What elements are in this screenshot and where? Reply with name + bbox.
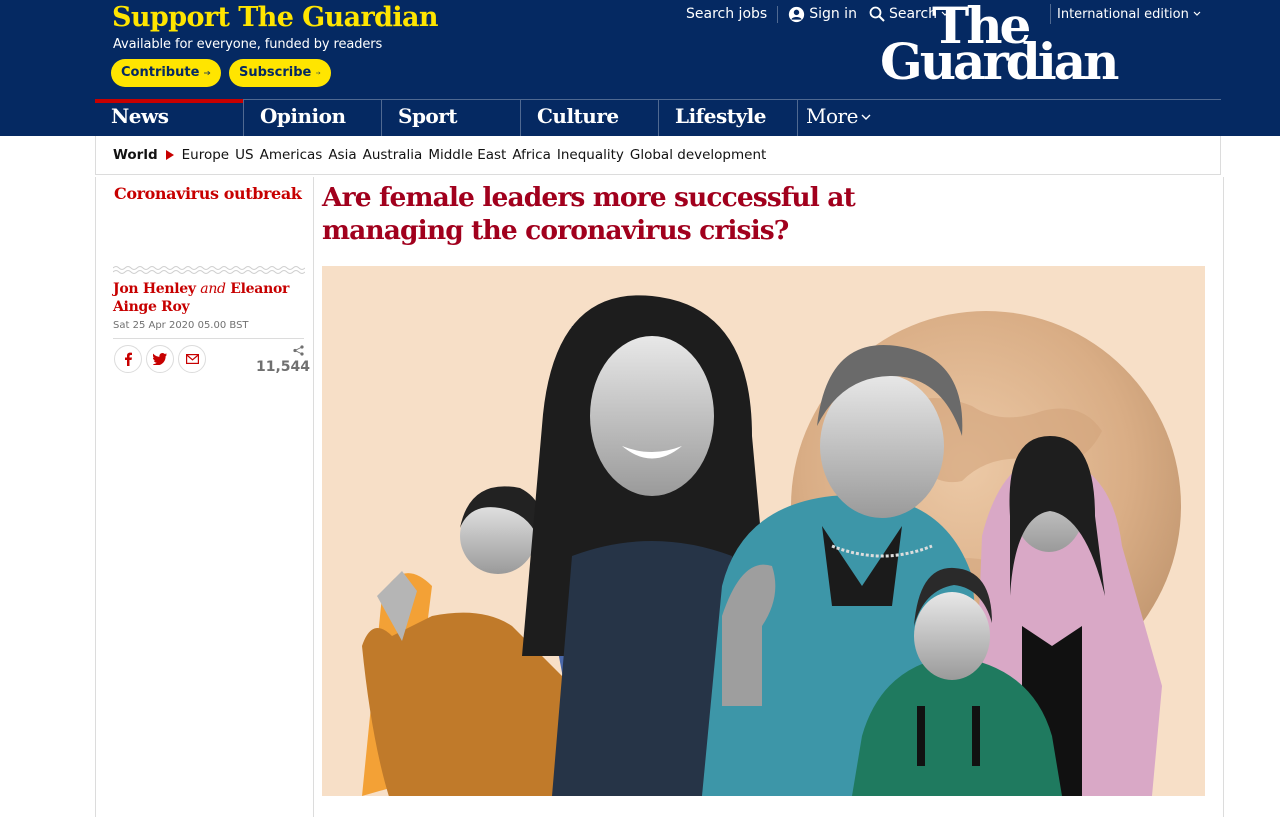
nav-item-culture[interactable]: Culture bbox=[520, 100, 658, 136]
nav-item-opinion[interactable]: Opinion bbox=[243, 100, 381, 136]
main-nav: News Opinion Sport Culture Lifestyle Mor… bbox=[95, 99, 1221, 137]
subnav-item-africa[interactable]: Africa bbox=[512, 147, 551, 163]
subnav-item-inequality[interactable]: Inequality bbox=[557, 147, 624, 163]
subnav-item-global-development[interactable]: Global development bbox=[630, 147, 766, 163]
subnav-current-world[interactable]: World bbox=[113, 147, 158, 163]
share-facebook-button[interactable] bbox=[114, 345, 142, 373]
hero-illustration bbox=[362, 295, 1181, 796]
byline: Jon Henley and Eleanor Ainge Roy bbox=[113, 280, 303, 316]
sign-in-link[interactable]: Sign in bbox=[777, 5, 867, 23]
publish-date: Sat 25 Apr 2020 05.00 BST bbox=[113, 320, 249, 331]
search-jobs-link[interactable]: Search jobs bbox=[676, 6, 777, 22]
share-count-value: 11,544 bbox=[256, 359, 311, 375]
facebook-icon bbox=[125, 352, 132, 366]
nav-label: News bbox=[111, 104, 169, 128]
subnav-item-us[interactable]: US bbox=[235, 147, 253, 163]
arrow-right-icon bbox=[316, 71, 321, 75]
contribute-label: Contribute bbox=[121, 65, 200, 80]
nav-item-sport[interactable]: Sport bbox=[381, 100, 520, 136]
series-label[interactable]: Coronavirus outbreak bbox=[114, 184, 302, 203]
arrow-right-icon bbox=[204, 70, 211, 76]
share-icon bbox=[293, 345, 304, 356]
subnav-item-australia[interactable]: Australia bbox=[363, 147, 423, 163]
search-jobs-label: Search jobs bbox=[686, 6, 768, 22]
nav-label: Opinion bbox=[260, 104, 346, 128]
author-link-1[interactable]: Jon Henley bbox=[113, 281, 196, 297]
share-twitter-button[interactable] bbox=[146, 345, 174, 373]
hero-image bbox=[322, 266, 1205, 796]
twitter-icon bbox=[153, 353, 167, 365]
chevron-down-icon bbox=[1193, 11, 1201, 16]
nav-item-lifestyle[interactable]: Lifestyle bbox=[658, 100, 797, 136]
share-count: 11,544 bbox=[256, 345, 311, 375]
chevron-down-icon bbox=[861, 114, 871, 120]
site-header: Support The Guardian Available for every… bbox=[0, 0, 1280, 136]
nav-label: Sport bbox=[398, 104, 458, 128]
nav-item-news[interactable]: News bbox=[95, 99, 243, 136]
nav-label: Lifestyle bbox=[675, 104, 766, 128]
sign-in-label: Sign in bbox=[809, 6, 857, 22]
nav-item-more[interactable]: More bbox=[797, 100, 997, 136]
byline-and: and bbox=[200, 281, 226, 297]
nav-label: More bbox=[806, 104, 858, 128]
nav-label: Culture bbox=[537, 104, 619, 128]
guardian-logo[interactable]: The Guardian bbox=[880, 0, 1140, 91]
squiggle-divider bbox=[113, 266, 305, 274]
subscribe-label: Subscribe bbox=[239, 65, 312, 80]
subnav-item-americas[interactable]: Americas bbox=[260, 147, 323, 163]
sub-navigation: World Europe US Americas Asia Australia … bbox=[95, 136, 1221, 175]
account-icon bbox=[789, 6, 805, 22]
article-headline: Are female leaders more successful at ma… bbox=[322, 182, 856, 246]
share-email-button[interactable] bbox=[178, 345, 206, 373]
subnav-item-middle-east[interactable]: Middle East bbox=[428, 147, 506, 163]
support-title: Support The Guardian bbox=[112, 2, 439, 33]
subscribe-button[interactable]: Subscribe bbox=[229, 59, 331, 87]
support-subtitle: Available for everyone, funded by reader… bbox=[113, 37, 383, 52]
subnav-arrow-icon bbox=[165, 150, 174, 160]
logo-line-2: Guardian bbox=[880, 32, 1119, 91]
meta-divider bbox=[113, 338, 304, 339]
subnav-item-europe[interactable]: Europe bbox=[182, 147, 229, 163]
contribute-button[interactable]: Contribute bbox=[111, 59, 221, 87]
subnav-item-asia[interactable]: Asia bbox=[328, 147, 356, 163]
email-icon bbox=[185, 354, 199, 364]
